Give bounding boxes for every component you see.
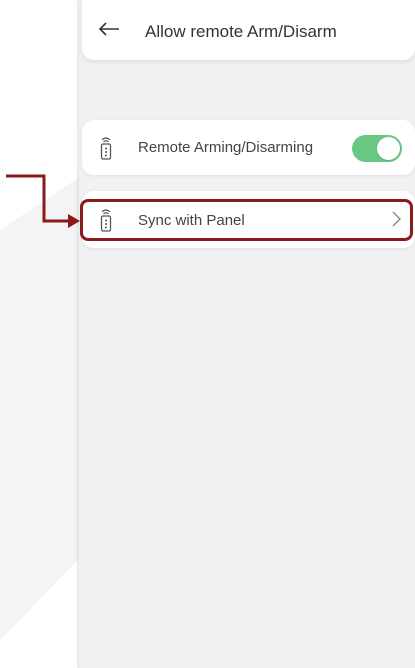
- page-title: Allow remote Arm/Disarm: [145, 22, 337, 41]
- app-header: Allow remote Arm/Disarm: [82, 0, 415, 60]
- highlight-box: [80, 199, 413, 241]
- left-arrow-icon[interactable]: [98, 22, 120, 36]
- remote-arming-toggle[interactable]: [352, 135, 402, 162]
- remote-arming-row: Remote Arming/Disarming: [82, 120, 415, 175]
- remote-control-icon: [100, 137, 112, 160]
- phone-screen: [78, 0, 415, 668]
- remote-arming-label: Remote Arming/Disarming: [138, 139, 314, 156]
- toggle-knob: [377, 137, 400, 160]
